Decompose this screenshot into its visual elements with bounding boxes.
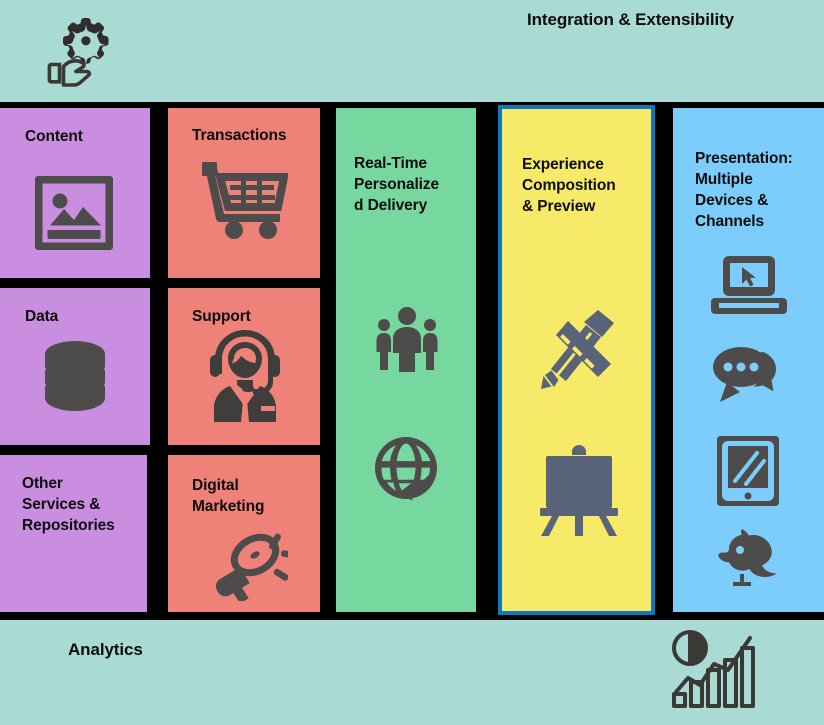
analytics-chart-icon	[672, 630, 756, 713]
globe-arrow-icon	[374, 436, 440, 502]
gear-in-hand-icon	[44, 16, 110, 93]
diagram-canvas: Integration & Extensibility Content Data	[0, 0, 824, 725]
people-group-icon	[376, 306, 438, 372]
card-support[interactable]: Support	[168, 288, 320, 445]
card-content[interactable]: Content	[0, 108, 150, 278]
megaphone-icon	[208, 527, 288, 601]
card-digital-marketing[interactable]: Digital Marketing	[168, 455, 320, 612]
easel-icon	[534, 444, 624, 536]
bird-icon	[715, 528, 777, 586]
card-other-services[interactable]: Other Services & Repositories	[0, 455, 147, 612]
card-content-title: Content	[25, 128, 83, 145]
card-realtime-delivery[interactable]: Real-Time Personalize d Delivery	[336, 108, 476, 612]
database-icon	[33, 336, 117, 420]
card-transactions-title: Transactions	[192, 127, 287, 144]
card-data-title: Data	[25, 308, 59, 325]
card-presentation-title: Presentation: Multiple Devices & Channel…	[695, 150, 793, 230]
card-realtime-delivery-title: Real-Time Personalize d Delivery	[354, 155, 440, 214]
card-other-services-title: Other Services & Repositories	[22, 475, 115, 534]
tablet-icon	[717, 436, 779, 506]
analytics-label: Analytics	[68, 640, 143, 659]
chat-bubbles-icon	[711, 346, 787, 404]
card-experience-composition[interactable]: Experience Composition & Preview	[498, 105, 655, 615]
headset-agent-icon	[204, 328, 286, 424]
image-icon	[35, 176, 113, 250]
card-transactions[interactable]: Transactions	[168, 108, 320, 278]
card-support-title: Support	[192, 308, 251, 325]
shopping-cart-icon	[200, 160, 288, 240]
design-tools-icon	[538, 309, 622, 391]
card-digital-marketing-title: Digital Marketing	[192, 477, 265, 515]
card-experience-composition-title: Experience Composition & Preview	[522, 156, 616, 215]
card-presentation[interactable]: Presentation: Multiple Devices & Channel…	[673, 108, 824, 612]
card-data[interactable]: Data	[0, 288, 150, 445]
integration-extensibility-label: Integration & Extensibility	[527, 10, 734, 29]
laptop-cursor-icon	[711, 256, 787, 314]
